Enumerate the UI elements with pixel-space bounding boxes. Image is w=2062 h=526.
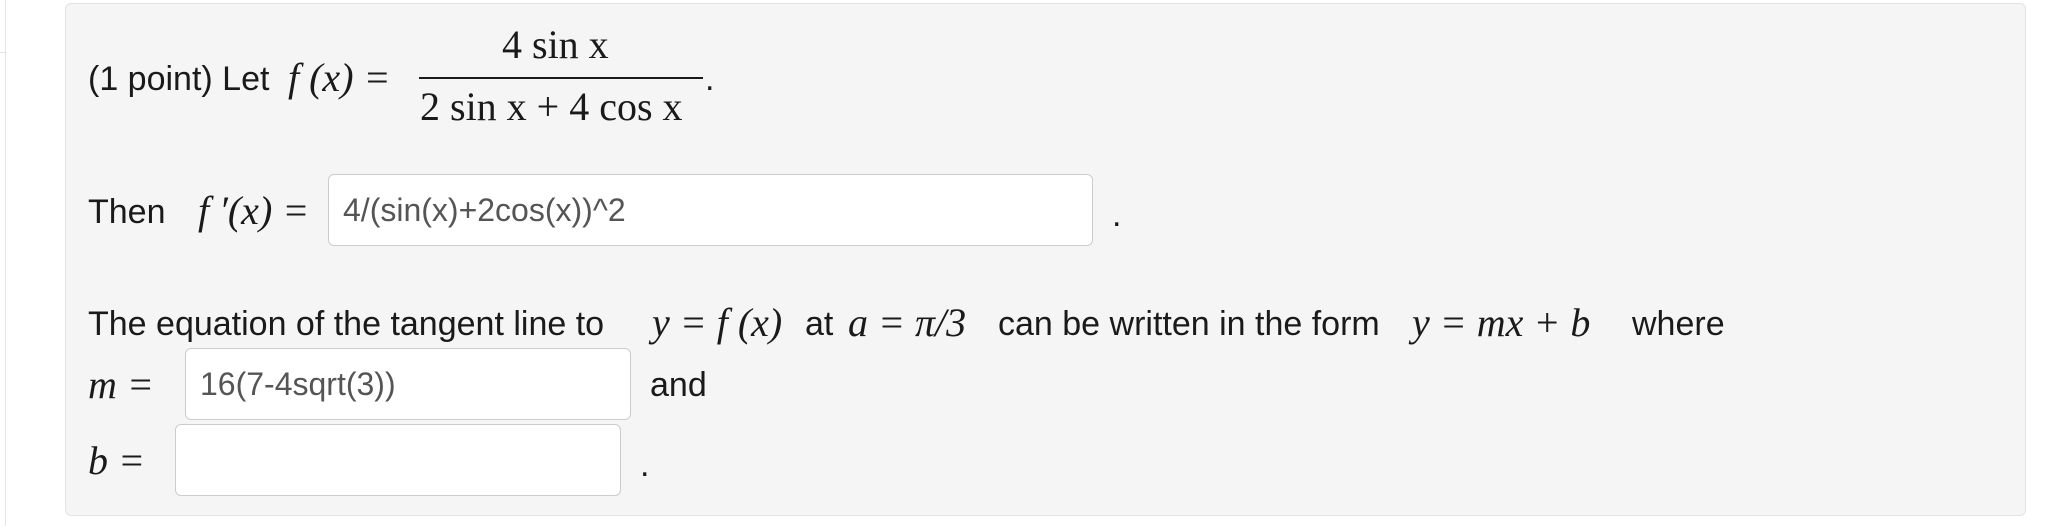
definition-period: .	[705, 60, 715, 98]
tangent-text-4: where	[1632, 305, 1725, 343]
left-panel-edge	[0, 0, 6, 526]
derivative-period: .	[1112, 196, 1122, 234]
problem-point-label: (1 point) Let	[88, 60, 270, 98]
fraction-numerator: 4 sin x	[502, 22, 609, 67]
left-panel-divider	[0, 0, 5, 53]
tangent-math-y-eq-fx: y = f (x)	[652, 300, 783, 345]
tangent-text-1: The equation of the tangent line to	[88, 305, 605, 343]
derivative-lhs: f ′(x) =	[198, 188, 310, 233]
tangent-text-2: at	[805, 305, 834, 343]
m-label: m =	[88, 362, 154, 407]
derivative-answer-input[interactable]	[328, 174, 1093, 246]
b-period: .	[640, 446, 650, 484]
fraction-denominator: 2 sin x + 4 cos x	[420, 84, 683, 129]
fraction-bar	[419, 77, 703, 79]
tangent-text-3: can be written in the form	[998, 305, 1380, 343]
b-label: b =	[88, 438, 145, 483]
tangent-math-a-eq: a = π/3	[848, 300, 967, 345]
f-definition-lhs: f (x) =	[288, 55, 391, 100]
and-text: and	[650, 366, 707, 404]
then-label: Then	[88, 193, 166, 231]
b-answer-input[interactable]	[175, 424, 621, 496]
tangent-math-form: y = mx + b	[1412, 300, 1591, 345]
m-answer-input[interactable]	[185, 348, 631, 420]
